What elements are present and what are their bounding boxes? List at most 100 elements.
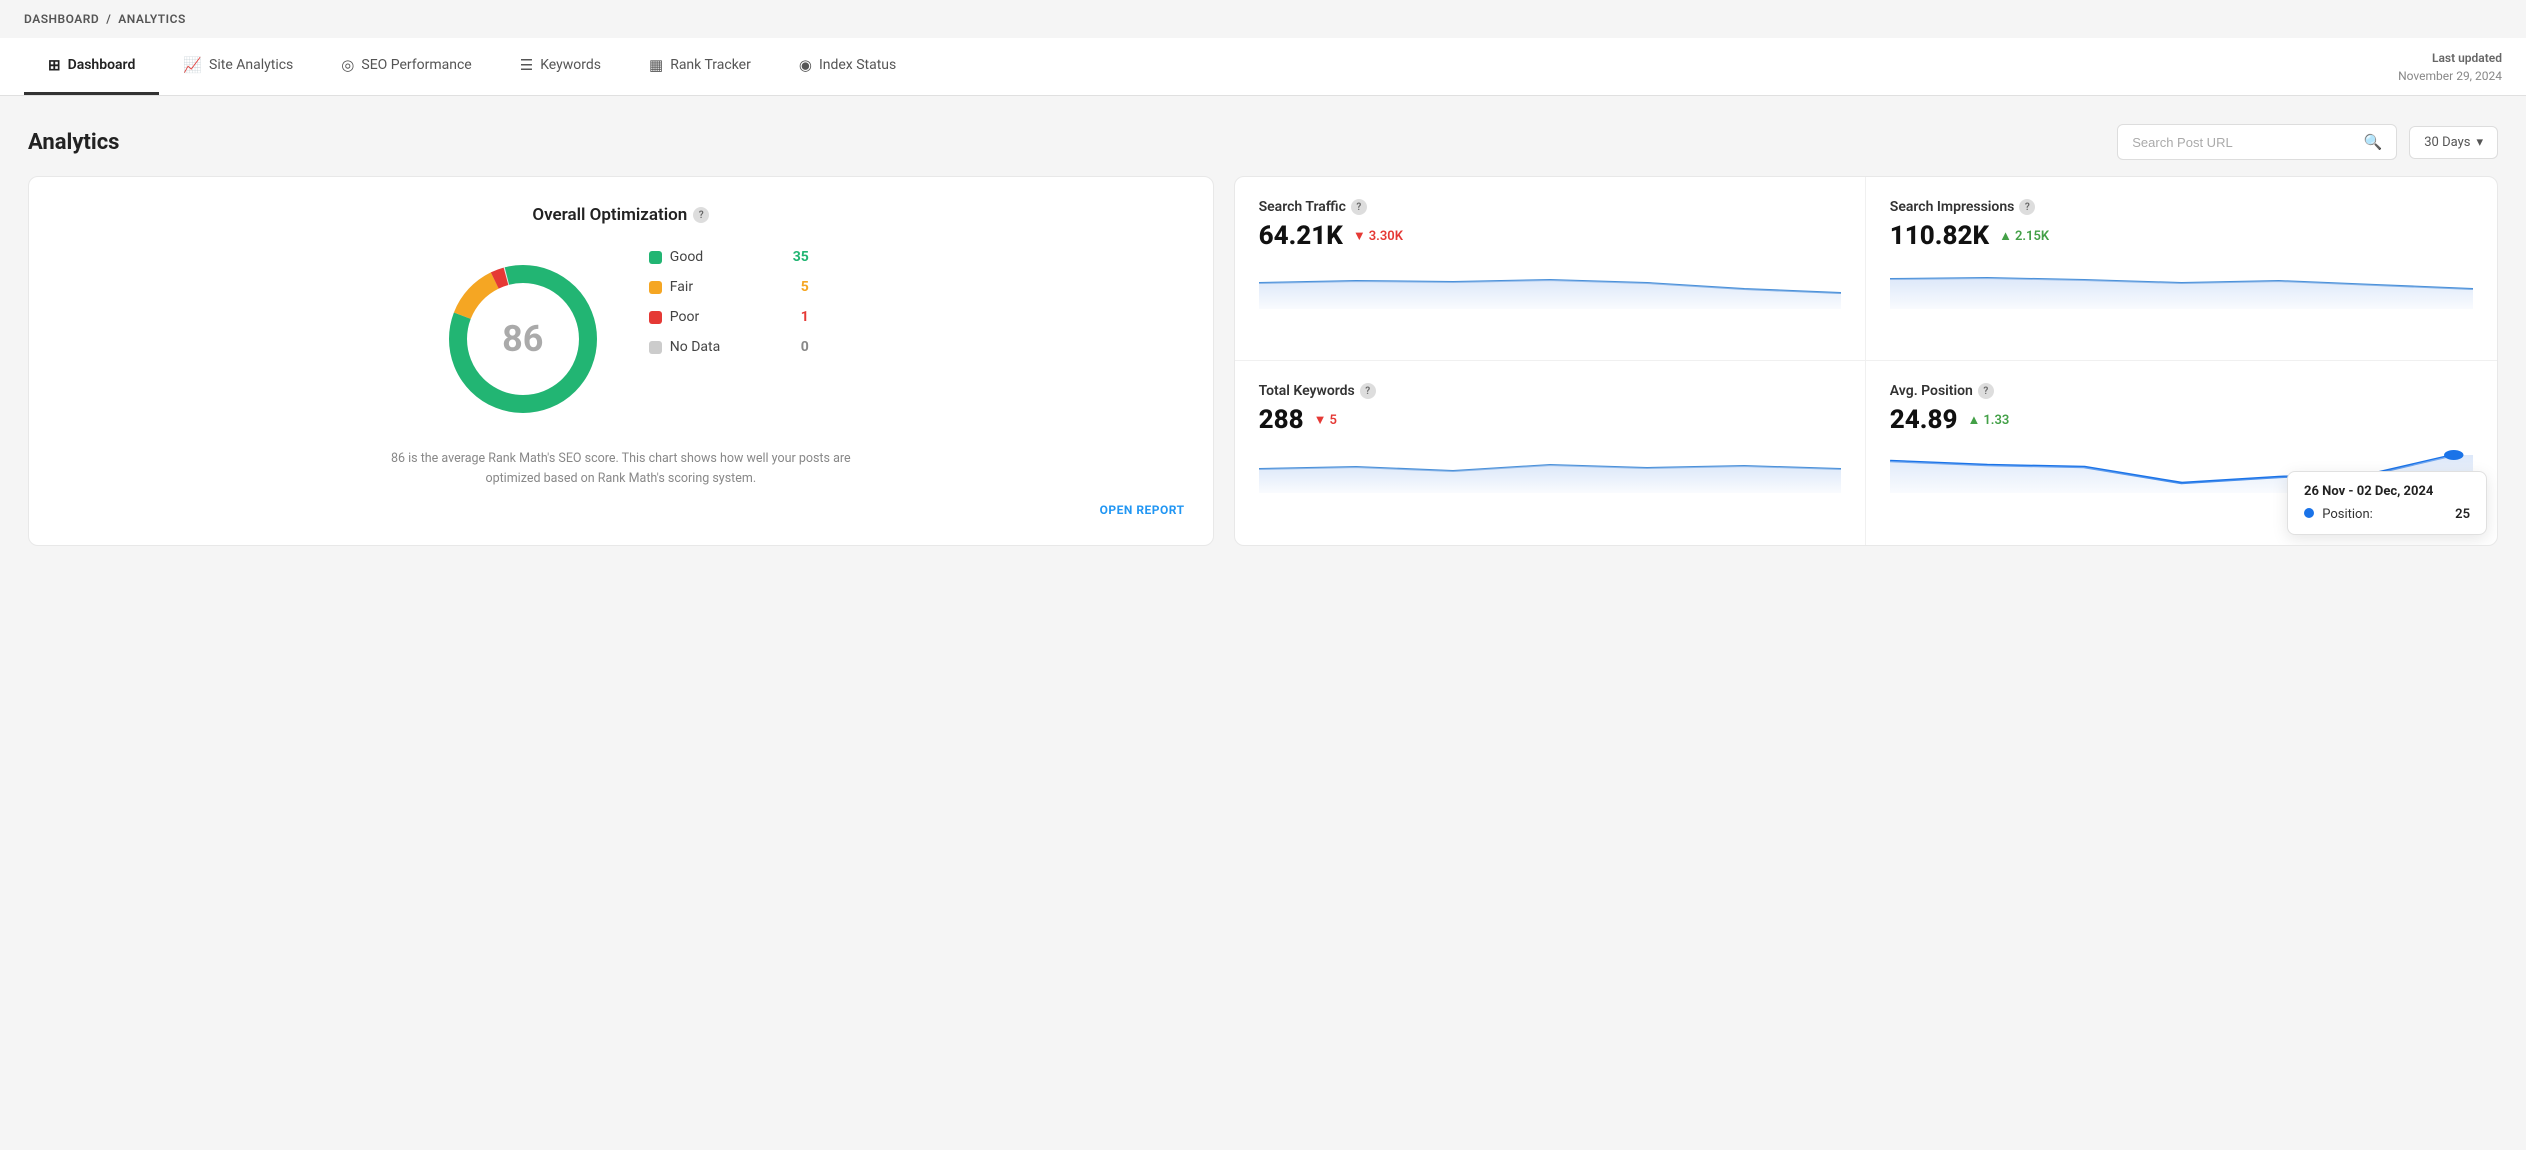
dashboard-icon: ⊞ xyxy=(48,56,61,74)
legend-no-data-label: No Data xyxy=(670,339,720,355)
tabs-list: ⊞ Dashboard 📈 Site Analytics ◎ SEO Perfo… xyxy=(24,38,920,95)
search-traffic-sparkline xyxy=(1259,261,1841,309)
breadcrumb-separator: / xyxy=(106,12,111,26)
tab-dashboard-label: Dashboard xyxy=(68,57,136,73)
tooltip-label: Position: xyxy=(2322,507,2373,522)
chart-legend-row: 86 Good 35 Fair 5 xyxy=(433,249,809,429)
page-header: Analytics 🔍 30 Days ▾ xyxy=(0,96,2526,176)
header-controls: 🔍 30 Days ▾ xyxy=(2117,124,2498,160)
tab-index-status[interactable]: ◉ Index Status xyxy=(775,38,920,95)
site-analytics-icon: 📈 xyxy=(183,56,202,74)
tab-seo-performance[interactable]: ◎ SEO Performance xyxy=(317,38,495,95)
no-data-dot xyxy=(649,341,662,354)
optimization-help-icon[interactable]: ? xyxy=(693,207,709,223)
search-impressions-change-value: 2.15K xyxy=(2015,229,2049,244)
rank-tracker-icon: ▦ xyxy=(649,56,663,74)
open-report-link[interactable]: OPEN REPORT xyxy=(1100,503,1185,517)
total-keywords-help-icon[interactable]: ? xyxy=(1360,383,1376,399)
search-impressions-change: ▲ 2.15K xyxy=(1999,228,2049,244)
avg-position-change-value: 1.33 xyxy=(1983,413,2009,428)
search-traffic-change-value: 3.30K xyxy=(1369,229,1403,244)
days-filter-dropdown[interactable]: 30 Days ▾ xyxy=(2409,126,2498,159)
tab-keywords[interactable]: ☰ Keywords xyxy=(496,38,625,95)
search-url-input[interactable] xyxy=(2132,135,2355,150)
tab-keywords-label: Keywords xyxy=(540,57,601,73)
tooltip-value: 25 xyxy=(2455,507,2470,522)
donut-score: 86 xyxy=(502,318,543,360)
avg-position-change: ▲ 1.33 xyxy=(1967,412,2009,428)
search-impressions-help-icon[interactable]: ? xyxy=(2019,199,2035,215)
search-impressions-sparkline xyxy=(1890,261,2473,309)
search-url-field[interactable]: 🔍 xyxy=(2117,124,2397,160)
tab-site-analytics[interactable]: 📈 Site Analytics xyxy=(159,38,317,95)
total-keywords-value: 288 xyxy=(1259,405,1304,435)
search-icon: 🔍 xyxy=(2364,133,2383,151)
metric-search-impressions: Search Impressions ? 110.82K ▲ 2.15K xyxy=(1866,177,2497,361)
optimization-card-title: Overall Optimization ? xyxy=(532,205,709,225)
legend-no-data-count: 0 xyxy=(785,339,809,355)
search-traffic-label: Search Traffic xyxy=(1259,199,1346,215)
search-impressions-label: Search Impressions xyxy=(1890,199,2015,215)
search-traffic-value: 64.21K xyxy=(1259,221,1343,251)
optimization-title-text: Overall Optimization xyxy=(532,205,687,225)
avg-position-help-icon[interactable]: ? xyxy=(1978,383,1994,399)
legend-good-label: Good xyxy=(670,249,703,265)
keywords-icon: ☰ xyxy=(520,56,533,74)
good-dot xyxy=(649,251,662,264)
search-traffic-change: ▼ 3.30K xyxy=(1353,228,1403,244)
optimization-description: 86 is the average Rank Math's SEO score.… xyxy=(391,449,851,489)
total-keywords-change: ▼ 5 xyxy=(1314,412,1337,428)
total-keywords-sparkline xyxy=(1259,445,1841,493)
last-updated-label: Last updated xyxy=(2432,51,2502,65)
legend-good: Good 35 xyxy=(649,249,809,265)
seo-performance-icon: ◎ xyxy=(341,56,354,74)
days-filter-label: 30 Days xyxy=(2424,135,2470,150)
position-tooltip: 26 Nov - 02 Dec, 2024 Position: 25 xyxy=(2287,471,2487,535)
metric-total-keywords: Total Keywords ? 288 ▼ 5 xyxy=(1235,361,1866,545)
down-arrow-icon: ▼ xyxy=(1353,228,1366,244)
legend-no-data: No Data 0 xyxy=(649,339,809,355)
optimization-legend: Good 35 Fair 5 Poor 1 xyxy=(649,249,809,355)
chevron-down-icon: ▾ xyxy=(2476,135,2483,150)
down-arrow-icon-keywords: ▼ xyxy=(1314,412,1327,428)
up-arrow-icon-impressions: ▲ xyxy=(1999,228,2012,244)
index-status-icon: ◉ xyxy=(799,56,812,74)
page-title: Analytics xyxy=(28,130,119,155)
avg-position-label: Avg. Position xyxy=(1890,383,1973,399)
optimization-card: Overall Optimization ? 86 xyxy=(28,176,1214,546)
legend-fair-label: Fair xyxy=(670,279,693,295)
poor-dot xyxy=(649,311,662,324)
last-updated: Last updated November 29, 2024 xyxy=(2398,49,2502,85)
donut-chart: 86 xyxy=(433,249,613,429)
breadcrumb: DASHBOARD / ANALYTICS xyxy=(0,0,2526,38)
tab-rank-tracker[interactable]: ▦ Rank Tracker xyxy=(625,38,775,95)
fair-dot xyxy=(649,281,662,294)
up-arrow-icon-position: ▲ xyxy=(1967,412,1980,428)
tab-index-status-label: Index Status xyxy=(819,57,896,73)
total-keywords-label: Total Keywords xyxy=(1259,383,1355,399)
main-content: Overall Optimization ? 86 xyxy=(0,176,2526,574)
last-updated-date: November 29, 2024 xyxy=(2398,69,2502,83)
search-traffic-help-icon[interactable]: ? xyxy=(1351,199,1367,215)
tab-rank-tracker-label: Rank Tracker xyxy=(670,57,751,73)
breadcrumb-parent[interactable]: DASHBOARD xyxy=(24,12,99,26)
legend-poor-label: Poor xyxy=(670,309,699,325)
tab-seo-performance-label: SEO Performance xyxy=(361,57,471,73)
legend-good-count: 35 xyxy=(785,249,809,265)
tab-dashboard[interactable]: ⊞ Dashboard xyxy=(24,38,159,95)
legend-fair-count: 5 xyxy=(785,279,809,295)
total-keywords-change-value: 5 xyxy=(1329,413,1336,428)
legend-poor-count: 1 xyxy=(785,309,809,325)
legend-poor: Poor 1 xyxy=(649,309,809,325)
tooltip-date: 26 Nov - 02 Dec, 2024 xyxy=(2304,484,2470,499)
tab-site-analytics-label: Site Analytics xyxy=(209,57,293,73)
tabs-bar: ⊞ Dashboard 📈 Site Analytics ◎ SEO Perfo… xyxy=(0,38,2526,96)
metric-avg-position: Avg. Position ? 24.89 ▲ 1.33 xyxy=(1866,361,2497,545)
breadcrumb-current: ANALYTICS xyxy=(118,12,186,26)
avg-position-value: 24.89 xyxy=(1890,405,1958,435)
tooltip-dot xyxy=(2304,508,2314,518)
legend-fair: Fair 5 xyxy=(649,279,809,295)
metrics-card: Search Traffic ? 64.21K ▼ 3.30K xyxy=(1234,176,2498,546)
search-impressions-value: 110.82K xyxy=(1890,221,1989,251)
metric-search-traffic: Search Traffic ? 64.21K ▼ 3.30K xyxy=(1235,177,1866,361)
